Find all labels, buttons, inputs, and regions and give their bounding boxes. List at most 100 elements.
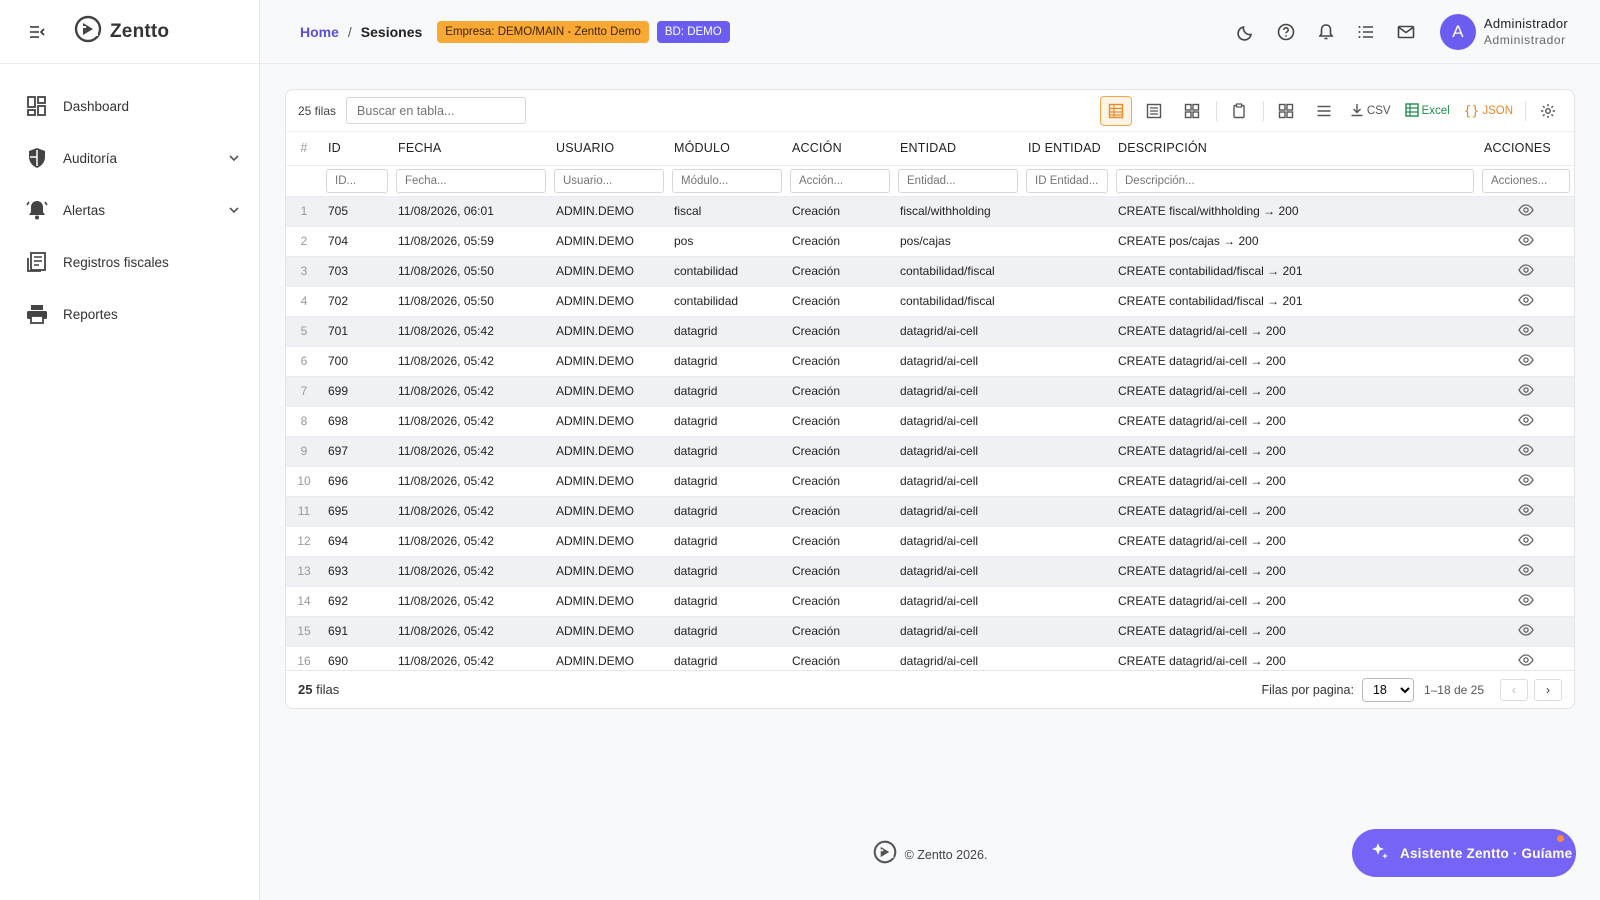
column-header-accion[interactable]: ACCIÓN [786, 132, 894, 166]
bell-icon[interactable] [1306, 12, 1346, 52]
cell-usuario: ADMIN.DEMO [550, 646, 668, 672]
filter-descripcion-input[interactable] [1116, 168, 1474, 193]
view-eye-icon[interactable] [1518, 653, 1534, 666]
avatar[interactable]: A [1439, 14, 1476, 50]
view-eye-icon[interactable] [1518, 413, 1534, 426]
sidebar-item-alertas[interactable]: Alertas [0, 184, 259, 236]
assistant-label: Asistente Zentto · Guíame [1400, 845, 1573, 861]
cell-acciones [1478, 346, 1574, 377]
moon-icon[interactable] [1226, 12, 1266, 52]
pagination: Filas por pagina: 18 1–18 de 25 ‹ › [1262, 677, 1562, 703]
view-eye-icon[interactable] [1518, 533, 1534, 546]
assistant-button[interactable]: Asistente Zentto · Guíame [1352, 829, 1576, 877]
table-row[interactable]: 6 700 11/08/2026, 05:42 ADMIN.DEMO datagrid C… [286, 346, 1574, 377]
table-row[interactable]: 15 691 11/08/2026, 05:42 ADMIN.DEMO datagrid… [286, 616, 1574, 647]
table-row[interactable]: 12 694 11/08/2026, 05:42 ADMIN.DEMO datagrid… [286, 526, 1574, 557]
table-row[interactable]: 11 695 11/08/2026, 05:42 ADMIN.DEMO datagrid… [286, 496, 1574, 527]
view-eye-icon[interactable] [1518, 593, 1534, 606]
column-header-descripcion[interactable]: DESCRIPCIÓN [1112, 132, 1478, 166]
column-header-entidad[interactable]: ENTIDAD [894, 132, 1022, 166]
rows-per-page-select[interactable]: 18 [1361, 678, 1414, 702]
view-eye-icon[interactable] [1518, 443, 1534, 456]
view-eye-icon[interactable] [1518, 233, 1534, 246]
export-csv-button[interactable]: CSV [1346, 96, 1395, 126]
card-view-icon[interactable] [1176, 96, 1208, 126]
table-row[interactable]: 3 703 11/08/2026, 05:50 ADMIN.DEMO contabili… [286, 256, 1574, 287]
cell-accion: Creación [786, 586, 894, 617]
table-row[interactable]: 4 702 11/08/2026, 05:50 ADMIN.DEMO contabili… [286, 286, 1574, 317]
row-count-label: 25 filas [298, 103, 337, 118]
view-eye-icon[interactable] [1518, 473, 1534, 486]
prev-page-button[interactable]: ‹ [1500, 679, 1528, 701]
view-eye-icon[interactable] [1518, 623, 1534, 636]
column-header-fecha[interactable]: FECHA [392, 132, 550, 166]
export-json-button[interactable]: {} JSON [1460, 96, 1517, 126]
view-eye-icon[interactable] [1518, 293, 1534, 306]
cell-id: 693 [322, 556, 392, 587]
table-row[interactable]: 1 705 11/08/2026, 06:01 ADMIN.DEMO fiscal Cre… [286, 196, 1574, 227]
filter-id-input[interactable] [326, 168, 388, 193]
cell-accion: Creación [786, 616, 894, 647]
view-eye-icon[interactable] [1518, 563, 1534, 576]
column-header-modulo[interactable]: MÓDULO [668, 132, 786, 166]
filter-accion-input[interactable] [790, 168, 890, 193]
filter-usuario-input[interactable] [554, 168, 664, 193]
app-logo[interactable]: Zentto [74, 15, 169, 48]
braces-icon: {} [1463, 103, 1480, 119]
filter-id-entidad-input[interactable] [1026, 168, 1108, 193]
sidebar-item-registros-fiscales[interactable]: Registros fiscales [0, 236, 259, 288]
table-row[interactable]: 7 699 11/08/2026, 05:42 ADMIN.DEMO datagrid C… [286, 376, 1574, 407]
list-icon[interactable] [1346, 12, 1386, 52]
cell-accion: Creación [786, 196, 894, 227]
cell-entidad: datagrid/ai-cell [894, 316, 1022, 347]
column-header-acciones[interactable]: ACCIONES [1478, 132, 1574, 166]
compact-view-icon[interactable] [1138, 96, 1170, 126]
export-excel-button[interactable]: Excel [1401, 96, 1454, 126]
menu-collapse-icon[interactable] [28, 23, 46, 41]
table-row[interactable]: 8 698 11/08/2026, 05:42 ADMIN.DEMO datagrid C… [286, 406, 1574, 437]
filter-acciones-input[interactable] [1482, 168, 1570, 193]
cell-fecha: 11/08/2026, 05:42 [392, 526, 550, 557]
table-row[interactable]: 14 692 11/08/2026, 05:42 ADMIN.DEMO datagrid… [286, 586, 1574, 617]
filter-fecha-input[interactable] [396, 168, 546, 193]
filter-entidad-input[interactable] [898, 168, 1018, 193]
view-eye-icon[interactable] [1518, 383, 1534, 396]
view-eye-icon[interactable] [1518, 503, 1534, 516]
columns-grid-icon[interactable] [1270, 96, 1302, 126]
sidebar-item-dashboard[interactable]: Dashboard [0, 80, 259, 132]
column-header-id[interactable]: ID [322, 132, 392, 166]
column-header-usuario[interactable]: USUARIO [550, 132, 668, 166]
view-eye-icon[interactable] [1518, 263, 1534, 276]
database-chip[interactable]: BD: DEMO [656, 20, 730, 43]
next-page-button[interactable]: › [1534, 679, 1562, 701]
clipboard-icon[interactable] [1223, 96, 1255, 126]
column-header-id-entidad[interactable]: ID ENTIDAD [1022, 132, 1112, 166]
view-eye-icon[interactable] [1518, 203, 1534, 216]
filter-modulo-input[interactable] [672, 168, 782, 193]
cell-modulo: datagrid [668, 586, 786, 617]
chevron-down-icon[interactable] [227, 203, 241, 217]
view-eye-icon[interactable] [1518, 353, 1534, 366]
sidebar-item-auditoria[interactable]: Auditoría [0, 132, 259, 184]
cell-entidad: fiscal/withholding [894, 196, 1022, 227]
mail-icon[interactable] [1386, 12, 1426, 52]
table-view-icon[interactable] [1099, 96, 1132, 126]
breadcrumb-home[interactable]: Home [300, 24, 339, 40]
user-info[interactable]: Administrador Administrador [1484, 15, 1568, 49]
chevron-down-icon[interactable] [227, 151, 241, 165]
help-icon[interactable] [1266, 12, 1306, 52]
table-row[interactable]: 5 701 11/08/2026, 05:42 ADMIN.DEMO datagrid C… [286, 316, 1574, 347]
gear-icon[interactable] [1532, 96, 1564, 126]
company-chip[interactable]: Empresa: DEMO/MAIN - Zentto Demo [437, 20, 649, 43]
table-row[interactable]: 13 693 11/08/2026, 05:42 ADMIN.DEMO datagrid… [286, 556, 1574, 587]
table-row[interactable]: 16 690 11/08/2026, 05:42 ADMIN.DEMO datagrid… [286, 646, 1574, 672]
density-icon[interactable] [1308, 96, 1340, 126]
grid-table-wrapper[interactable]: # ID FECHA USUARIO MÓDULO ACCIÓN ENTIDAD… [286, 132, 1574, 672]
table-row[interactable]: 2 704 11/08/2026, 05:59 ADMIN.DEMO pos Creaci… [286, 226, 1574, 257]
table-row[interactable]: 9 697 11/08/2026, 05:42 ADMIN.DEMO datagrid C… [286, 436, 1574, 467]
view-eye-icon[interactable] [1518, 323, 1534, 336]
cell-usuario: ADMIN.DEMO [550, 526, 668, 557]
sidebar-item-reportes[interactable]: Reportes [0, 288, 259, 340]
table-row[interactable]: 10 696 11/08/2026, 05:42 ADMIN.DEMO datagrid… [286, 466, 1574, 497]
search-input[interactable] [346, 97, 527, 124]
